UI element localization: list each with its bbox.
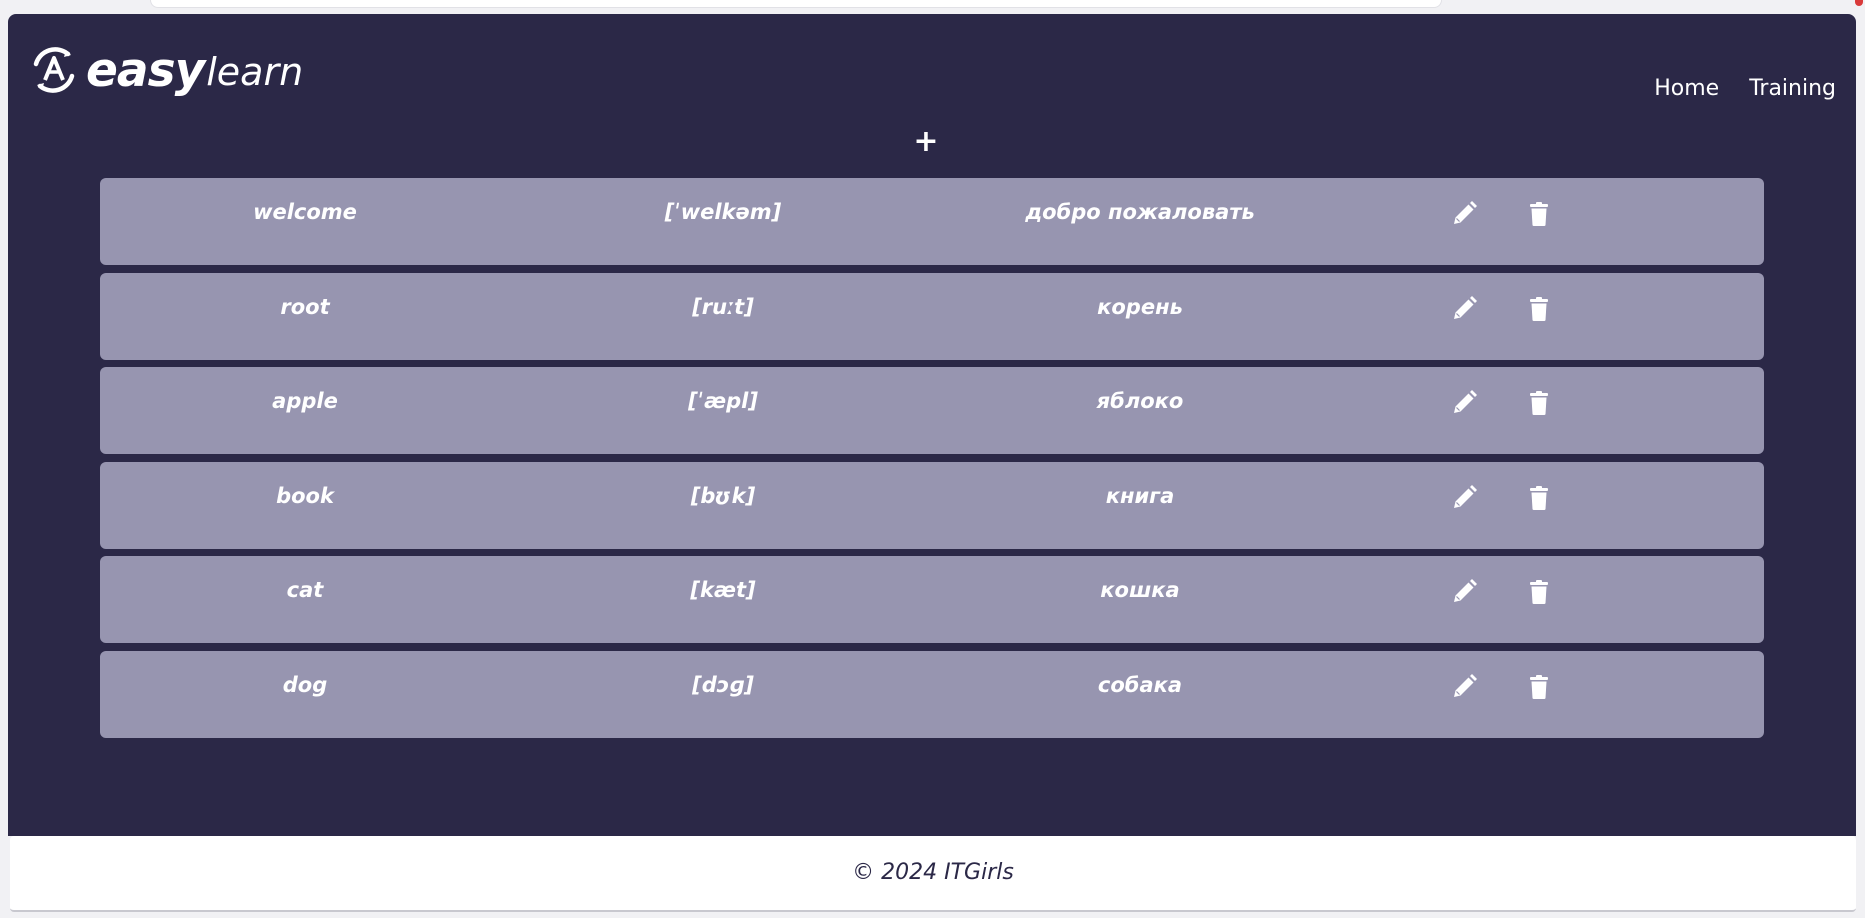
trash-icon [1530, 391, 1548, 415]
word-cell: root [280, 294, 330, 319]
delete-button[interactable] [1525, 295, 1553, 323]
word-row: dog [dɔɡ] собака [100, 650, 1764, 738]
delete-button[interactable] [1525, 673, 1553, 701]
trash-icon [1530, 674, 1548, 699]
edit-button[interactable] [1450, 389, 1478, 417]
word-row: book [bʊk] книга [100, 461, 1764, 549]
logo-text-learn: learn [206, 50, 304, 94]
delete-button[interactable] [1525, 200, 1553, 228]
word-cell: welcome [253, 200, 357, 224]
pencil-icon [1454, 673, 1477, 697]
translation-cell: кошка [1100, 578, 1180, 602]
copyright-text: © 2024 ITGirls [852, 860, 1014, 885]
nav-training-link[interactable]: Training [1749, 76, 1836, 101]
pencil-icon [1454, 201, 1477, 224]
add-word-button[interactable]: + [910, 126, 942, 158]
site-footer: © 2024 ITGirls [10, 836, 1856, 912]
word-cell: cat [286, 578, 324, 602]
word-cell: apple [272, 389, 338, 413]
circle-a-icon [33, 47, 75, 93]
word-row: root [ruːt] корень [100, 272, 1764, 360]
trash-icon [1530, 485, 1548, 510]
edit-button[interactable] [1450, 673, 1478, 701]
word-cell: dog [282, 672, 328, 697]
translation-cell: добро пожаловать [1025, 200, 1255, 224]
trash-icon [1530, 580, 1548, 604]
main-nav: Home Training [1654, 76, 1836, 101]
word-row: cat [kæt] кошка [100, 556, 1764, 643]
browser-chrome-top [0, 0, 1865, 14]
delete-button[interactable] [1525, 578, 1553, 606]
edit-button[interactable] [1450, 200, 1478, 228]
delete-button[interactable] [1525, 484, 1553, 512]
translation-cell: книга [1105, 483, 1175, 508]
transcription-cell: [ruːt] [692, 294, 754, 319]
pencil-icon [1454, 390, 1477, 413]
logo-text-easy: easy [86, 42, 205, 98]
trash-icon [1530, 296, 1548, 321]
word-cell: book [276, 483, 334, 508]
site-header: easy learn Home Training [8, 14, 1856, 124]
transcription-cell: [ˈwelkəm] [664, 200, 782, 224]
pencil-icon [1454, 579, 1477, 602]
transcription-cell: [bʊk] [690, 483, 756, 508]
nav-home-link[interactable]: Home [1654, 76, 1719, 101]
browser-indicator [1855, 0, 1863, 6]
logo[interactable]: easy learn [28, 40, 303, 100]
app-window: easy learn Home Training + welcome [ˈwel… [8, 14, 1856, 836]
word-row: welcome [ˈwelkəm] добро пожаловать [100, 178, 1764, 265]
transcription-cell: [dɔɡ] [692, 672, 754, 697]
transcription-cell: [kæt] [690, 578, 756, 602]
pencil-icon [1454, 484, 1477, 508]
translation-cell: собака [1097, 672, 1183, 697]
transcription-cell: [ˈæpl] [688, 389, 758, 413]
edit-button[interactable] [1450, 295, 1478, 323]
translation-cell: яблоко [1096, 389, 1184, 413]
translation-cell: корень [1097, 294, 1183, 319]
word-row: apple [ˈæpl] яблоко [100, 367, 1764, 454]
edit-button[interactable] [1450, 578, 1478, 606]
address-bar-edge [150, 0, 1442, 8]
word-list: welcome [ˈwelkəm] добро пожаловать root … [100, 178, 1764, 745]
trash-icon [1530, 202, 1548, 226]
delete-button[interactable] [1525, 389, 1553, 417]
pencil-icon [1454, 295, 1477, 319]
edit-button[interactable] [1450, 484, 1478, 512]
